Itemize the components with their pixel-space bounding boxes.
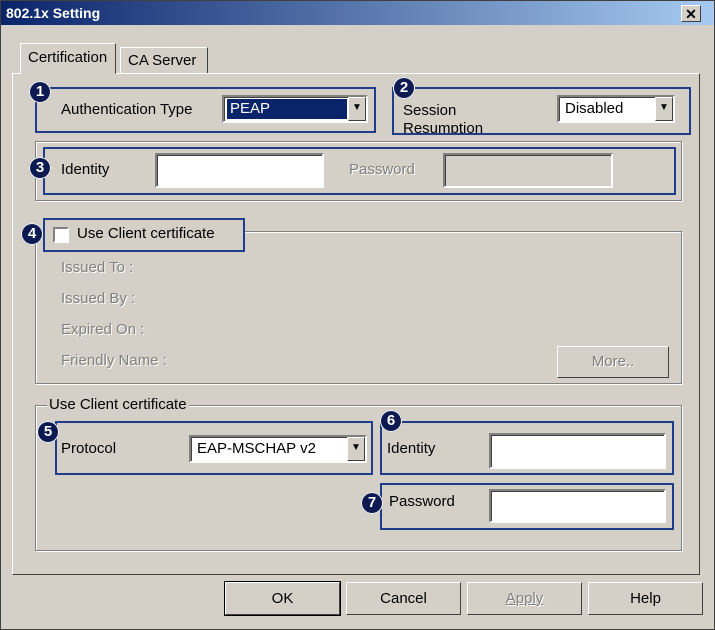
ok-button-label: OK — [271, 590, 294, 607]
dialog-window: 802.1x Setting ✕ Certification CA Server… — [0, 0, 715, 630]
identity-label: Identity — [61, 161, 110, 178]
protocol-value: EAP-MSCHAP v2 — [197, 440, 316, 457]
apply-button: Apply — [467, 582, 582, 615]
callout-badge-3: 3 — [29, 157, 51, 179]
more-button: More.. — [557, 346, 669, 378]
issued-to-label: Issued To : — [61, 259, 134, 276]
expired-on-label: Expired On : — [61, 321, 145, 338]
close-button[interactable]: ✕ — [681, 5, 701, 22]
callout-badge-7: 7 — [361, 492, 383, 514]
use-client-cert-checkbox[interactable] — [53, 227, 69, 243]
auth-type-value: PEAP — [227, 99, 347, 119]
password-label: Password — [349, 161, 415, 178]
tab-certification[interactable]: Certification — [20, 43, 116, 74]
auth-type-select[interactable]: PEAP ▼ — [222, 95, 368, 123]
chevron-down-icon[interactable]: ▼ — [347, 437, 365, 461]
callout-badge-1: 1 — [29, 81, 51, 103]
cancel-button-label: Cancel — [380, 590, 427, 607]
issued-by-label: Issued By : — [61, 290, 136, 307]
help-button-label: Help — [630, 590, 661, 607]
protocol-select[interactable]: EAP-MSCHAP v2 ▼ — [189, 435, 367, 463]
use-client-cert-label[interactable]: Use Client certificate — [77, 225, 215, 242]
identity-input[interactable] — [155, 153, 324, 188]
callout-badge-4: 4 — [21, 223, 43, 245]
session-label: Session Resumption — [403, 102, 484, 133]
friendly-name-label: Friendly Name : — [61, 352, 167, 369]
tab-ca-server[interactable]: CA Server — [120, 47, 208, 74]
callout-badge-6: 6 — [380, 410, 402, 432]
window-title: 802.1x Setting — [6, 5, 101, 21]
chevron-down-icon[interactable]: ▼ — [655, 97, 673, 121]
protocol-group-label: Use Client certificate — [47, 396, 189, 413]
close-icon: ✕ — [685, 6, 697, 22]
inner-identity-label: Identity — [387, 440, 436, 457]
protocol-label: Protocol — [61, 440, 117, 457]
tab-certification-label: Certification — [28, 49, 108, 66]
callout-badge-2: 2 — [393, 77, 415, 99]
session-select[interactable]: Disabled ▼ — [557, 95, 675, 123]
password-input — [443, 153, 613, 188]
title-bar[interactable]: 802.1x Setting ✕ — [1, 1, 714, 25]
ok-button[interactable]: OK — [224, 581, 341, 616]
auth-type-label: Authentication Type — [61, 101, 193, 118]
tab-ca-server-label: CA Server — [128, 52, 197, 69]
inner-password-label: Password — [389, 493, 455, 510]
apply-button-label: Apply — [505, 590, 544, 607]
inner-identity-input[interactable] — [489, 433, 666, 469]
callout-badge-5: 5 — [37, 421, 59, 443]
chevron-down-icon[interactable]: ▼ — [348, 97, 366, 121]
session-value: Disabled — [565, 100, 624, 117]
more-button-label: More.. — [591, 353, 635, 370]
cancel-button[interactable]: Cancel — [346, 582, 461, 615]
inner-password-input[interactable] — [489, 489, 666, 523]
help-button[interactable]: Help — [588, 582, 703, 615]
